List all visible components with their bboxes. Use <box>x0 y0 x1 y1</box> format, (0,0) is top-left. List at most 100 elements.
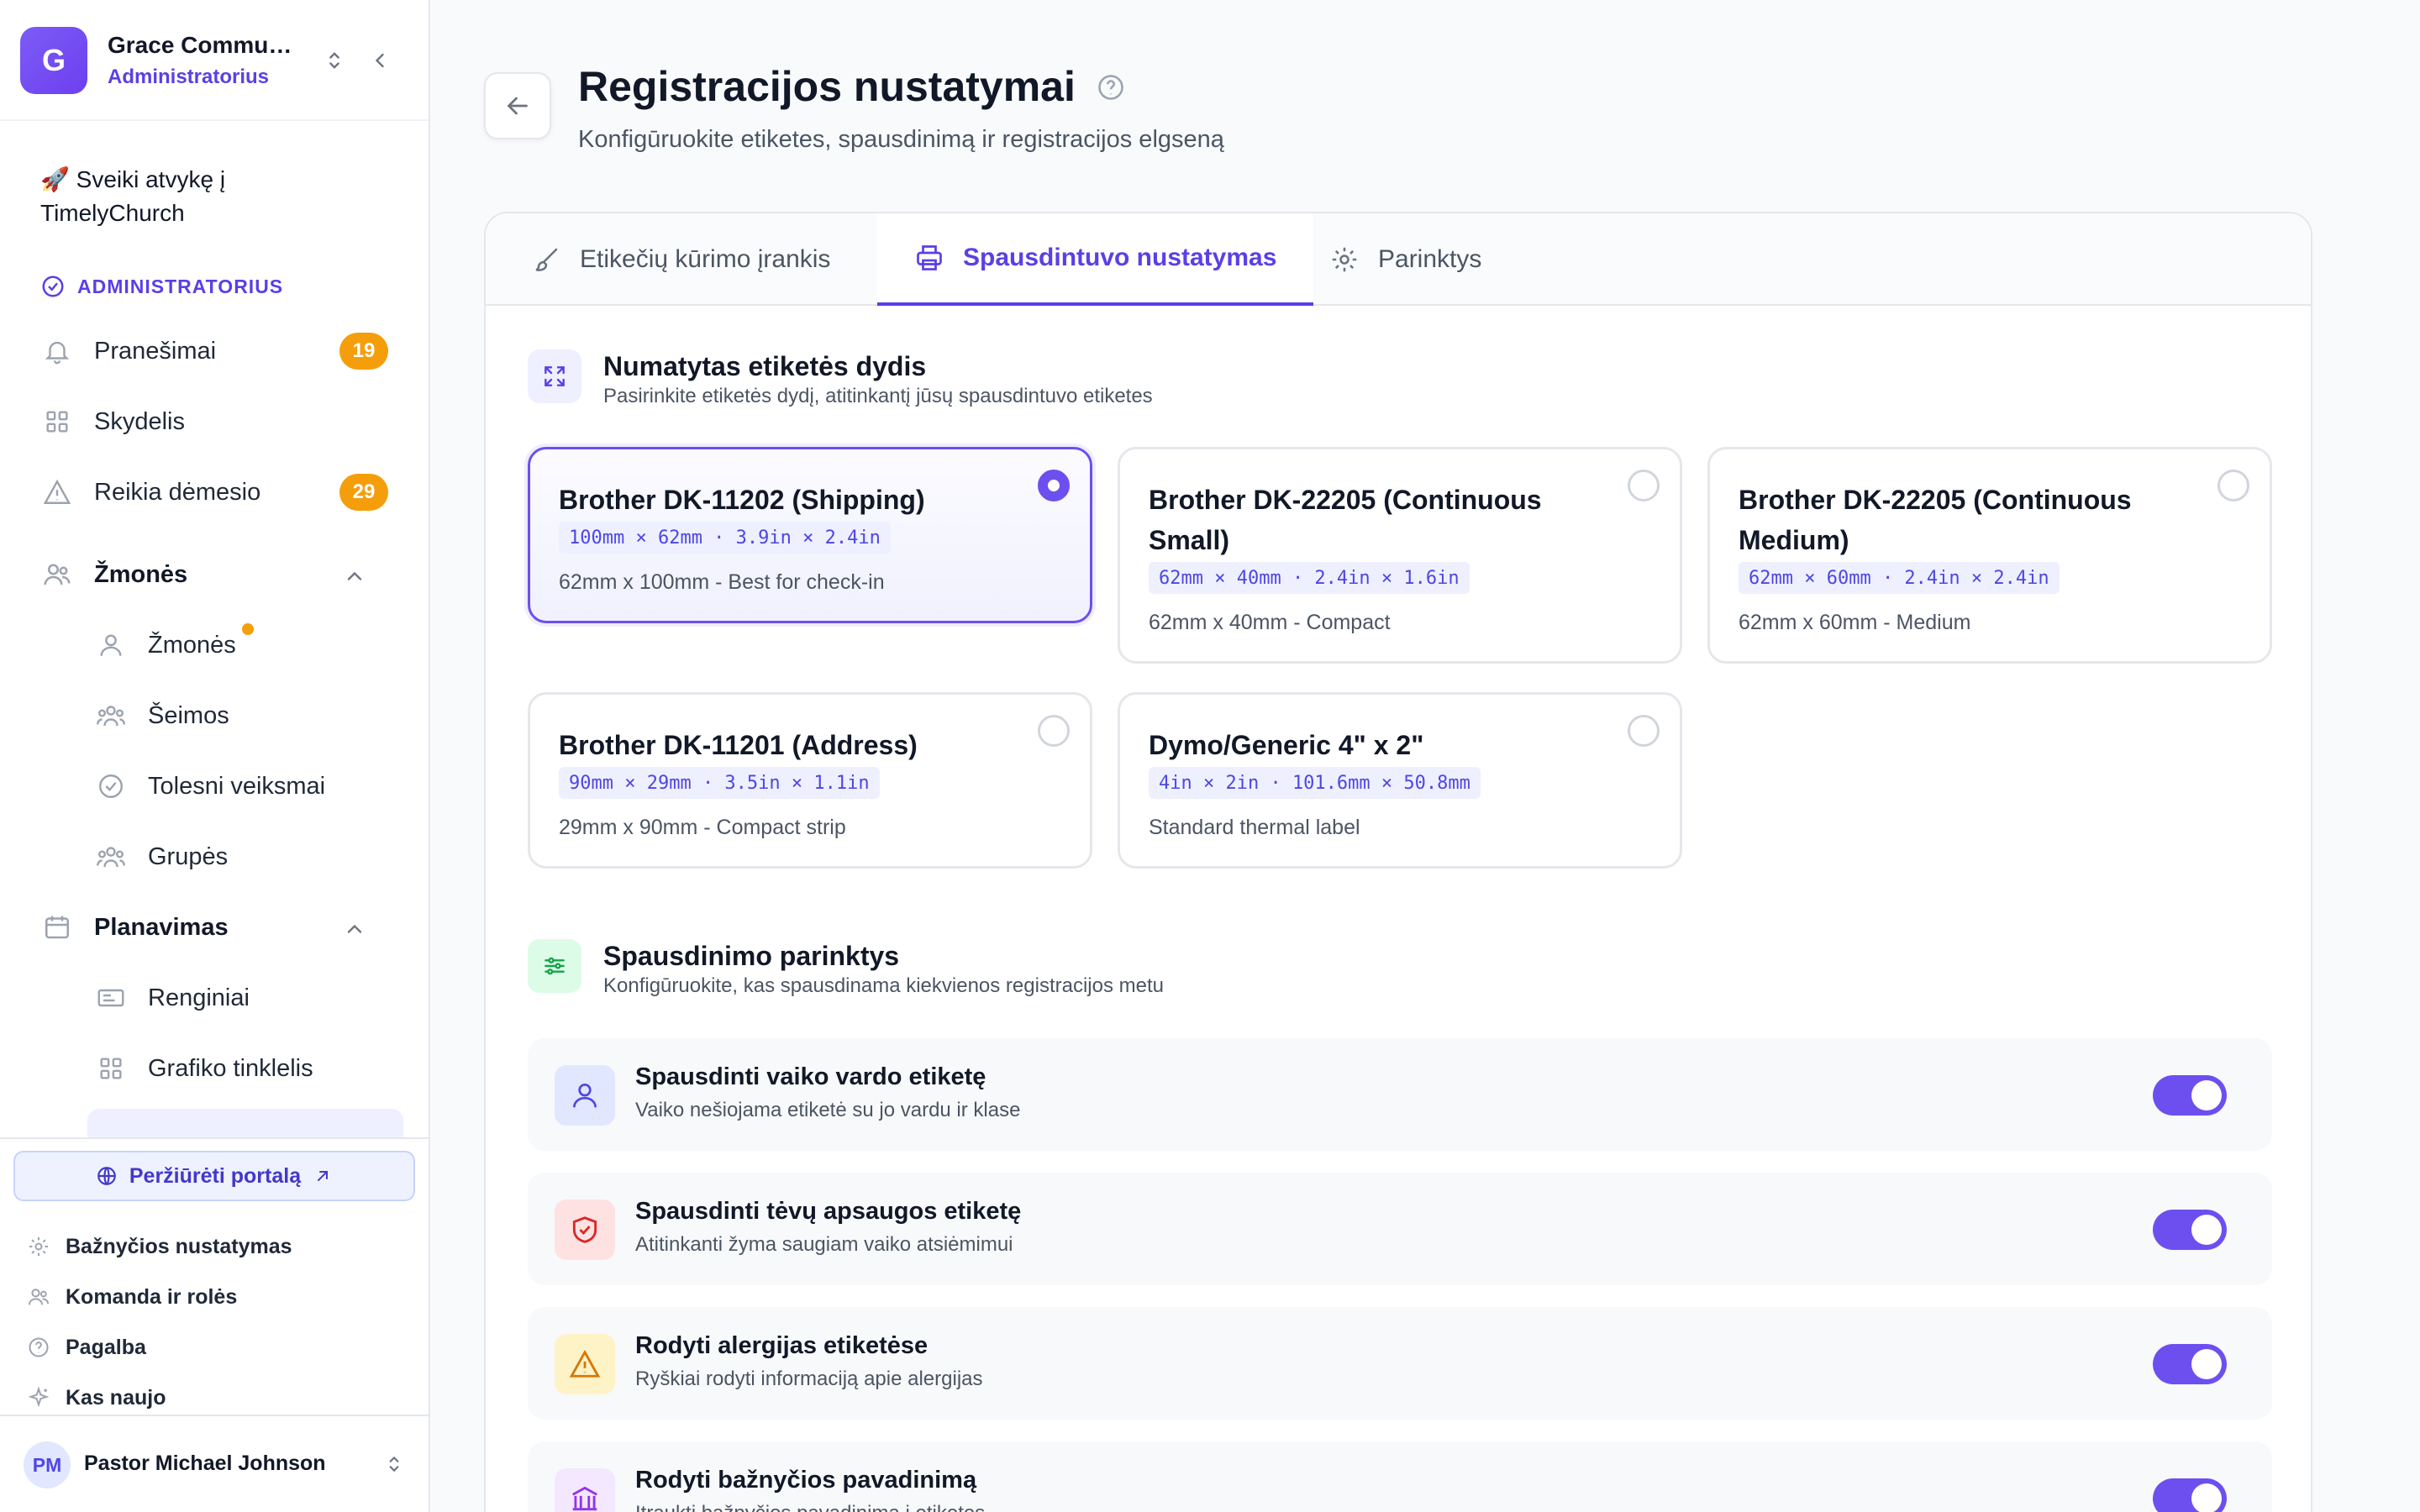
check-circle-icon <box>94 769 128 803</box>
label-option-dims: 62mm × 40mm · 2.4in × 1.6in <box>1149 562 1470 594</box>
toggle-switch[interactable] <box>2153 1210 2227 1250</box>
avatar: PM <box>24 1441 71 1488</box>
calendar-icon <box>40 911 74 944</box>
help-link[interactable]: Pagalba <box>27 1329 146 1366</box>
org-switcher[interactable]: G Grace Community Church Administratoriu… <box>0 0 429 121</box>
tab-label: Spausdintuvo nustatymas <box>963 244 1277 271</box>
church-settings-label: Bažnyčios nustatymas <box>66 1234 292 1258</box>
org-name: Grace Community Church <box>108 32 301 58</box>
attention-count-badge: 29 <box>339 474 388 511</box>
tabs: Etikečių kūrimo įrankis Spausdintuvo nus… <box>486 213 2311 306</box>
chevron-up-icon[interactable] <box>343 564 366 588</box>
sidebar-item-label: Grupės <box>148 843 229 870</box>
print-option-desc: Įtraukti bažnyčios pavadinimą į etiketes <box>635 1502 985 1512</box>
view-portal-button[interactable]: Peržiūrėti portalą <box>13 1151 415 1201</box>
sliders-icon <box>528 939 581 993</box>
grid-icon <box>40 405 74 438</box>
back-button[interactable] <box>484 72 551 139</box>
shield-icon <box>555 1200 615 1260</box>
app: G Grace Community Church Administratoriu… <box>0 0 2420 1512</box>
label-option-dk22205-medium[interactable]: Brother DK-22205 (Continuous Medium) 62m… <box>1707 447 2272 664</box>
sidebar-item-notifications[interactable]: Pranešimai 19 <box>34 321 403 381</box>
printer-icon <box>917 245 942 270</box>
tab-options[interactable]: Parinktys <box>1292 213 1518 306</box>
label-option-dk11202[interactable]: Brother DK-11202 (Shipping) 100mm × 62mm… <box>528 447 1092 623</box>
sidebar-item-events[interactable]: Renginiai <box>87 968 403 1028</box>
sidebar-item-active-partial[interactable] <box>87 1109 403 1137</box>
settings-card: Etikečių kūrimo įrankis Spausdintuvo nus… <box>484 212 2312 1512</box>
label-option-desc: 62mm x 100mm - Best for check-in <box>559 570 885 594</box>
whats-new-link[interactable]: Kas naujo <box>27 1379 166 1416</box>
sidebar-item-label: Skydelis <box>94 407 185 435</box>
label-option-name: Brother DK-22205 (Continuous Medium) <box>1739 485 2132 555</box>
team-roles-label: Komanda ir rolės <box>66 1284 238 1309</box>
view-portal-label: Peržiūrėti portalą <box>129 1163 302 1188</box>
sidebar-item-people[interactable]: Žmonės <box>87 615 403 675</box>
chevron-up-icon[interactable] <box>343 917 366 941</box>
label-option-name: Brother DK-11202 (Shipping) <box>559 485 925 515</box>
external-link-icon <box>318 1171 329 1181</box>
unread-dot <box>242 623 254 635</box>
sidebar-item-attention[interactable]: Reikia dėmesio 29 <box>34 462 403 522</box>
user-menu[interactable]: PM Pastor Michael Johnson <box>0 1415 429 1512</box>
label-option-dims: 90mm × 29mm · 3.5in × 1.1in <box>559 767 880 799</box>
arrow-left-icon <box>507 97 528 115</box>
sidebar-item-families[interactable]: Šeimos <box>87 685 403 746</box>
section-description: Konfigūruokite, kas spausdinama kiekvien… <box>603 974 1164 997</box>
label-size-section-header: Numatytas etiketės dydis Pasirinkite eti… <box>528 349 1153 410</box>
sidebar-item-label: Pranešimai <box>94 337 217 365</box>
sidebar-item-followups[interactable]: Tolesni veiksmai <box>87 756 403 816</box>
gear-icon <box>29 1236 49 1257</box>
radio-unselected[interactable] <box>1038 715 1070 747</box>
chevron-up-down-icon[interactable] <box>323 49 346 72</box>
tab-label: Etikečių kūrimo įrankis <box>580 245 831 273</box>
sidebar-group-planning[interactable]: Planavimas <box>34 897 403 958</box>
sidebar-nav: 🚀 Sveiki atvykę į TimelyChurch ADMINISTR… <box>0 123 429 1137</box>
sidebar-item-label: Tolesni veiksmai <box>148 772 326 800</box>
globe-icon <box>97 1167 116 1185</box>
sidebar-footer: Peržiūrėti portalą Bažnyčios nustatymas … <box>0 1137 429 1415</box>
radio-unselected[interactable] <box>1628 470 1660 501</box>
toggle-switch[interactable] <box>2153 1075 2227 1116</box>
label-option-desc: Standard thermal label <box>1149 816 1360 839</box>
sidebar-item-label: Reikia dėmesio <box>94 478 261 506</box>
sidebar-group-people[interactable]: Žmonės <box>34 544 403 605</box>
section-label-text: ADMINISTRATORIUS <box>77 275 284 297</box>
print-option-child-name-label: Spausdinti vaiko vardo etiketę Vaiko neš… <box>528 1038 2272 1151</box>
label-option-desc: 62mm x 60mm - Medium <box>1739 611 1971 634</box>
team-roles-link[interactable]: Komanda ir rolės <box>27 1278 237 1315</box>
label-option-dymo-generic[interactable]: Dymo/Generic 4" x 2" 4in × 2in · 101.6mm… <box>1118 692 1682 869</box>
print-option-title: Spausdinti vaiko vardo etiketę <box>635 1063 986 1090</box>
sidebar-group-label: Planavimas <box>94 913 229 941</box>
toggle-switch[interactable] <box>2153 1478 2227 1512</box>
toggle-switch[interactable] <box>2153 1344 2227 1384</box>
tab-printer-settings[interactable]: Spausdintuvo nustatymas <box>877 213 1314 306</box>
label-option-dk22205-small[interactable]: Brother DK-22205 (Continuous Small) 62mm… <box>1118 447 1682 664</box>
sidebar-item-schedule-grid[interactable]: Grafiko tinklelis <box>87 1038 403 1099</box>
radio-selected[interactable] <box>1038 470 1070 501</box>
help-icon <box>29 1337 49 1357</box>
collapse-sidebar-icon[interactable] <box>368 49 392 72</box>
help-icon[interactable] <box>1096 72 1126 102</box>
church-settings-link[interactable]: Bažnyčios nustatymas <box>27 1228 292 1265</box>
tab-label-designer[interactable]: Etikečių kūrimo įrankis <box>494 213 867 306</box>
family-icon <box>94 699 128 732</box>
sidebar-item-dashboard[interactable]: Skydelis <box>34 391 403 452</box>
label-option-dk11201[interactable]: Brother DK-11201 (Address) 90mm × 29mm ·… <box>528 692 1092 869</box>
print-options-section-header: Spausdinimo parinktys Konfigūruokite, ka… <box>528 939 1164 1000</box>
bell-icon <box>40 334 74 368</box>
sidebar-group-label: Žmonės <box>94 560 188 588</box>
radio-unselected[interactable] <box>2217 470 2249 501</box>
radio-unselected[interactable] <box>1628 715 1660 747</box>
ticket-icon <box>94 981 128 1015</box>
label-option-name: Brother DK-11201 (Address) <box>559 730 918 760</box>
sparkle-icon <box>28 1386 50 1408</box>
sidebar-item-label: Grafiko tinklelis <box>148 1054 313 1082</box>
help-label: Pagalba <box>66 1335 146 1359</box>
user-name: Pastor Michael Johnson <box>84 1452 326 1475</box>
toggle-knob <box>2191 1215 2222 1245</box>
groups-icon <box>94 840 128 874</box>
chevron-up-down-icon[interactable] <box>383 1453 405 1475</box>
org-logo: G <box>20 27 87 94</box>
sidebar-item-groups[interactable]: Grupės <box>87 827 403 887</box>
